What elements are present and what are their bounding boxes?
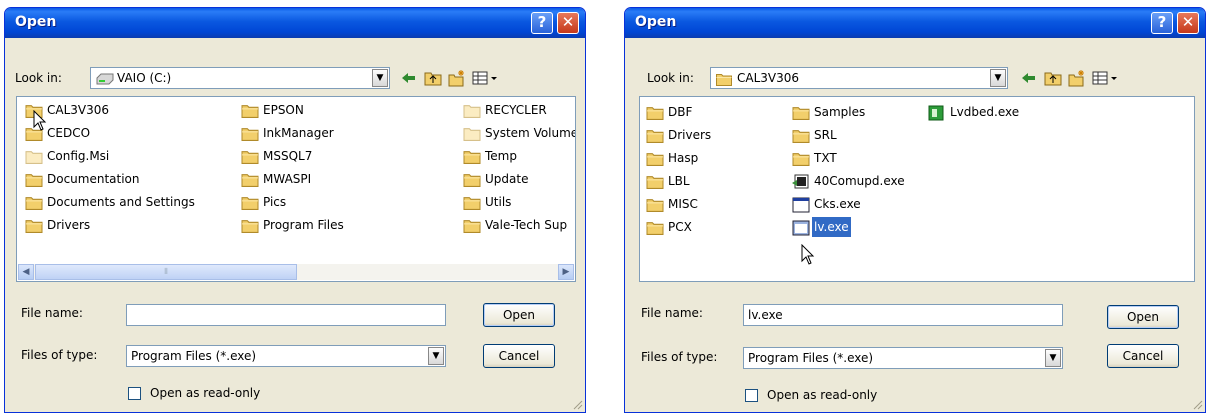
list-item-label: Pics — [263, 195, 287, 209]
resize-grip-icon[interactable] — [571, 398, 583, 410]
list-item-label: Cks.exe — [814, 197, 861, 211]
list-item-label: System Volume — [485, 126, 576, 140]
file-list[interactable]: CAL3V306 CEDCO Config.Msi Documentation Docu… — [16, 96, 576, 282]
open-button[interactable]: Open — [483, 303, 555, 327]
list-item-label: Vale-Tech Sup — [485, 218, 568, 232]
scrollbar-thumb[interactable]: ⦀ — [35, 264, 297, 280]
close-button[interactable]: ✕ — [557, 12, 579, 34]
up-folder-icon[interactable] — [423, 68, 443, 88]
list-item-label: RECYCLER — [485, 103, 547, 117]
scroll-left-button[interactable]: ◀ — [18, 264, 34, 280]
list-item-label: lv.exe — [812, 217, 851, 237]
resize-grip-icon[interactable] — [1191, 398, 1203, 410]
up-folder-icon[interactable] — [1043, 68, 1063, 88]
list-item-label: MSSQL7 — [263, 149, 313, 163]
list-item-label: SRL — [814, 128, 837, 142]
list-item-label: Hasp — [668, 151, 699, 165]
files-of-type-label: Files of type: — [641, 350, 718, 364]
dialog-title: Open — [15, 14, 57, 30]
list-item-label: PCX — [668, 220, 692, 234]
open-button[interactable]: Open — [1107, 305, 1179, 329]
help-button[interactable]: ? — [531, 12, 553, 34]
look-in-label: Look in: — [15, 71, 62, 85]
read-only-label: Open as read-only — [767, 388, 878, 402]
read-only-checkbox[interactable] — [128, 387, 141, 400]
list-item-label: Documentation — [47, 172, 140, 186]
list-item-label: MWASPI — [263, 172, 312, 186]
folder-icon — [715, 72, 733, 86]
file-name-label: File name: — [641, 306, 703, 320]
close-button[interactable]: ✕ — [1177, 12, 1199, 34]
list-item-label: EPSON — [263, 103, 304, 117]
chevron-down-icon[interactable]: ▼ — [428, 347, 444, 365]
list-item-label: Documents and Settings — [47, 195, 195, 209]
drive-icon — [95, 72, 115, 86]
list-item-label: Samples — [814, 105, 866, 119]
list-item-label: LBL — [668, 174, 690, 188]
list-item-label: 40Comupd.exe — [814, 174, 905, 188]
look-in-value: CAL3V306 — [737, 71, 800, 85]
chevron-down-icon[interactable]: ▼ — [990, 69, 1006, 87]
files-of-type-combo[interactable]: Program Files (*.exe) ▼ — [743, 347, 1063, 369]
files-of-type-combo[interactable]: Program Files (*.exe) ▼ — [126, 345, 446, 367]
title-bar[interactable]: Open ? ✕ — [5, 8, 585, 38]
new-folder-icon[interactable] — [447, 68, 467, 88]
read-only-checkbox[interactable] — [745, 389, 758, 402]
new-folder-icon[interactable] — [1067, 68, 1087, 88]
back-icon[interactable] — [399, 68, 419, 88]
file-list[interactable]: DBF Drivers Hasp LBL MISC PCX Samples SRL TXT 40C… — [639, 96, 1195, 282]
list-item-label: Update — [485, 172, 529, 186]
title-bar[interactable]: Open ? ✕ — [625, 8, 1205, 38]
cancel-button[interactable]: Cancel — [1107, 344, 1179, 368]
list-item-label: InkManager — [263, 126, 334, 140]
scroll-right-button[interactable]: ▶ — [558, 264, 574, 280]
list-item-label: TXT — [814, 151, 837, 165]
list-item-label: Drivers — [47, 218, 91, 232]
help-button[interactable]: ? — [1151, 12, 1173, 34]
list-item-label: Utils — [485, 195, 512, 209]
dialog-title: Open — [635, 14, 677, 30]
back-icon[interactable] — [1019, 68, 1039, 88]
files-of-type-value: Program Files (*.exe) — [131, 349, 257, 363]
files-of-type-value: Program Files (*.exe) — [748, 351, 874, 365]
look-in-label: Look in: — [647, 71, 694, 85]
open-dialog-left: Open ? ✕ Look in: VAIO (C:) ▼ CAL3V306 CE… — [4, 7, 586, 413]
list-item-label: Program Files — [263, 218, 344, 232]
files-of-type-label: Files of type: — [21, 348, 98, 362]
horizontal-scrollbar[interactable]: ◀ ⦀ ▶ — [18, 264, 574, 280]
file-name-input[interactable]: lv.exe — [743, 304, 1063, 326]
look-in-combo[interactable]: CAL3V306 ▼ — [710, 67, 1008, 89]
list-item-label: Config.Msi — [47, 149, 110, 163]
open-dialog-right: Open ? ✕ Look in: CAL3V306 ▼ DBF Drivers H… — [624, 7, 1206, 413]
chevron-down-icon[interactable]: ▼ — [372, 69, 388, 87]
look-in-combo[interactable]: VAIO (C:) ▼ — [90, 67, 390, 89]
list-item-label: DBF — [668, 105, 693, 119]
view-menu-icon[interactable] — [1091, 68, 1119, 88]
view-menu-icon[interactable] — [471, 68, 499, 88]
list-item-label: CEDCO — [47, 126, 91, 140]
list-item-label: CAL3V306 — [47, 103, 110, 117]
list-item-label: Temp — [485, 149, 517, 163]
list-item-label: Lvdbed.exe — [950, 105, 1020, 119]
file-name-label: File name: — [21, 306, 83, 320]
file-name-value: lv.exe — [748, 308, 783, 322]
look-in-value: VAIO (C:) — [117, 71, 172, 85]
list-item-label: Drivers — [668, 128, 712, 142]
chevron-down-icon[interactable]: ▼ — [1045, 349, 1061, 367]
cancel-button[interactable]: Cancel — [483, 344, 555, 368]
read-only-label: Open as read-only — [150, 386, 261, 400]
file-name-input[interactable] — [126, 304, 446, 326]
list-item-label: MISC — [668, 197, 698, 211]
